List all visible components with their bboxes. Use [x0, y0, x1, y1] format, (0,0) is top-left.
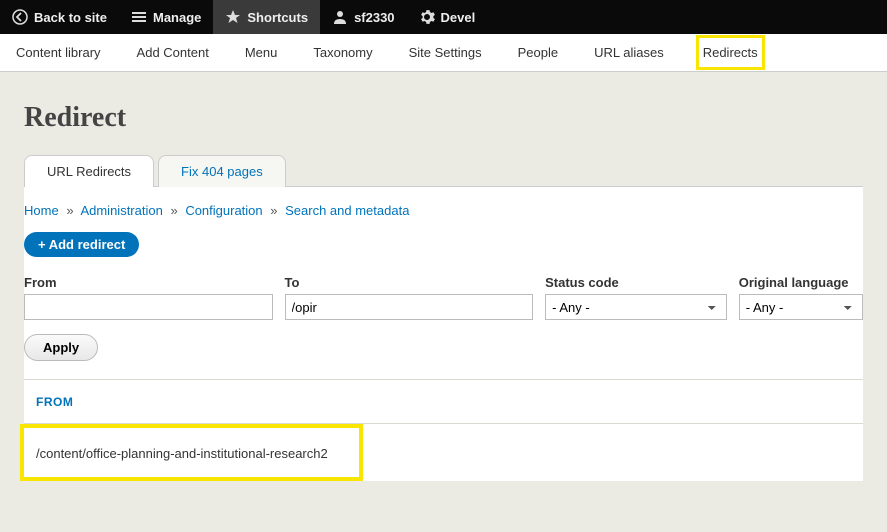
admin-toolbar: Content library Add Content Menu Taxonom…: [0, 34, 887, 72]
content-region: Home » Administration » Configuration » …: [24, 187, 863, 481]
table-row[interactable]: /content/office-planning-and-institution…: [20, 424, 363, 481]
breadcrumb-sep: »: [166, 203, 181, 218]
add-redirect-button[interactable]: + Add redirect: [24, 232, 139, 257]
breadcrumb: Home » Administration » Configuration » …: [24, 203, 863, 232]
devel-label: Devel: [441, 10, 476, 25]
user-label: sf2330: [354, 10, 394, 25]
page-body: Redirect URL Redirects Fix 404 pages Hom…: [0, 72, 887, 532]
breadcrumb-sep: »: [62, 203, 77, 218]
admin-topbar: Back to site Manage Shortcuts sf2330 Dev…: [0, 0, 887, 34]
back-arrow-icon: [12, 9, 28, 25]
filter-from: From: [24, 275, 273, 320]
filter-status-select[interactable]: - Any -: [545, 294, 727, 320]
toolbar-menu[interactable]: Menu: [241, 35, 282, 70]
star-icon: [225, 9, 241, 25]
primary-tabs: URL Redirects Fix 404 pages: [24, 154, 863, 187]
toolbar-people[interactable]: People: [514, 35, 562, 70]
row-from-value: /content/office-planning-and-institution…: [36, 446, 328, 461]
back-to-site-label: Back to site: [34, 10, 107, 25]
filter-lang-label: Original language: [739, 275, 863, 290]
toolbar-taxonomy[interactable]: Taxonomy: [309, 35, 376, 70]
manage-link[interactable]: Manage: [119, 0, 213, 34]
tab-fix-404[interactable]: Fix 404 pages: [158, 155, 286, 187]
filter-lang: Original language - Any -: [739, 275, 863, 320]
filter-lang-select[interactable]: - Any -: [739, 294, 863, 320]
user-icon: [332, 9, 348, 25]
toolbar-site-settings[interactable]: Site Settings: [405, 35, 486, 70]
filter-from-input[interactable]: [24, 294, 273, 320]
filter-from-label: From: [24, 275, 273, 290]
apply-button[interactable]: Apply: [24, 334, 98, 361]
back-to-site-link[interactable]: Back to site: [0, 0, 119, 34]
breadcrumb-admin[interactable]: Administration: [80, 203, 162, 218]
manage-label: Manage: [153, 10, 201, 25]
page-title: Redirect: [0, 90, 887, 154]
breadcrumb-search[interactable]: Search and metadata: [285, 203, 409, 218]
filter-row: From To Status code - Any - Original lan…: [24, 275, 863, 320]
hamburger-icon: [131, 9, 147, 25]
filter-to: To: [285, 275, 534, 320]
toolbar-url-aliases[interactable]: URL aliases: [590, 35, 668, 70]
filter-status-label: Status code: [545, 275, 727, 290]
filter-to-input[interactable]: [285, 294, 534, 320]
toolbar-redirects[interactable]: Redirects: [696, 35, 765, 70]
table-header: FROM: [24, 379, 863, 424]
toolbar-add-content[interactable]: Add Content: [133, 35, 213, 70]
breadcrumb-home[interactable]: Home: [24, 203, 59, 218]
breadcrumb-config[interactable]: Configuration: [185, 203, 262, 218]
filter-to-label: To: [285, 275, 534, 290]
table-header-from[interactable]: FROM: [36, 395, 73, 409]
tab-url-redirects[interactable]: URL Redirects: [24, 155, 154, 187]
user-link[interactable]: sf2330: [320, 0, 406, 34]
shortcuts-label: Shortcuts: [247, 10, 308, 25]
filter-status: Status code - Any -: [545, 275, 727, 320]
devel-link[interactable]: Devel: [407, 0, 488, 34]
shortcuts-link[interactable]: Shortcuts: [213, 0, 320, 34]
gear-icon: [419, 9, 435, 25]
breadcrumb-sep: »: [266, 203, 281, 218]
toolbar-content-library[interactable]: Content library: [12, 35, 105, 70]
